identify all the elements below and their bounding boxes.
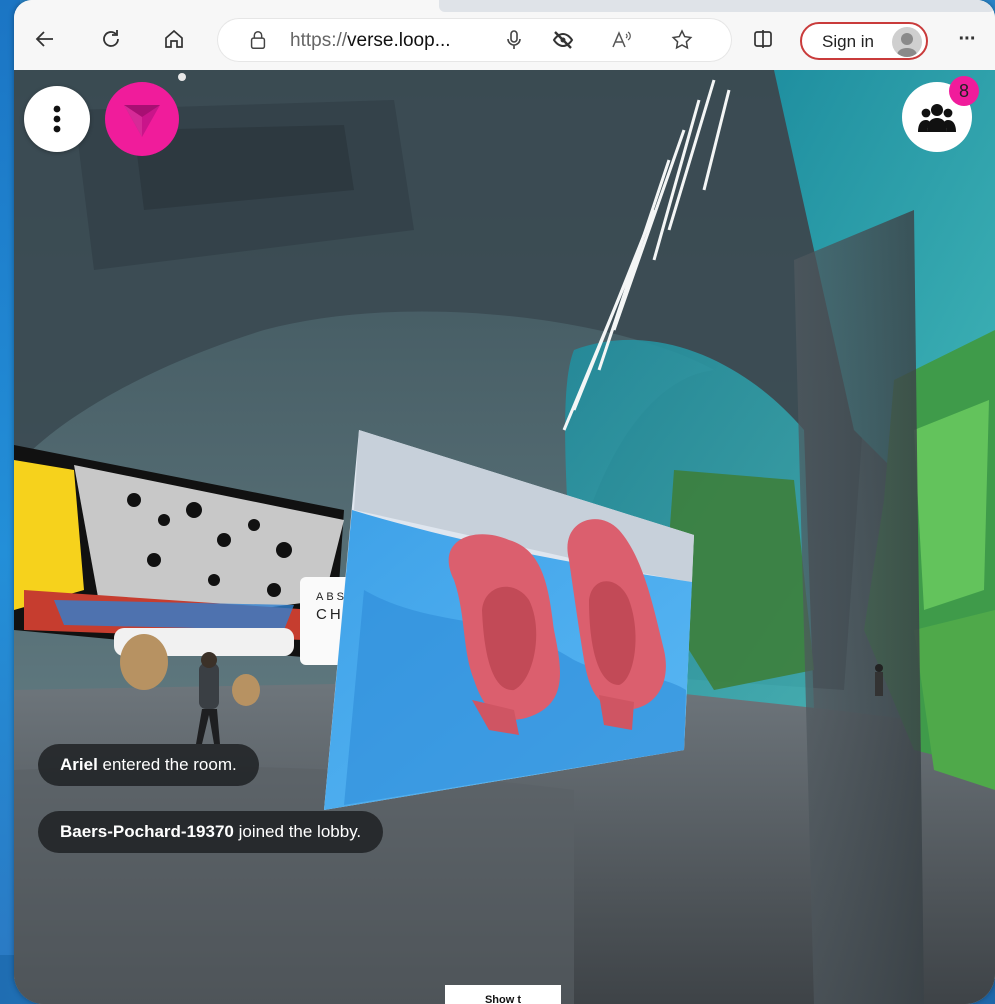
url-scheme: https:// bbox=[290, 30, 348, 51]
url-text[interactable]: https://verse.loop... bbox=[290, 30, 451, 52]
browser-window: https://verse.loop... Sign in ··· ABS CH… bbox=[14, 0, 995, 1004]
sign-in-button[interactable]: Sign in bbox=[800, 22, 928, 60]
taskbar-tooltip: Show t bbox=[445, 985, 561, 1004]
more-icon: ··· bbox=[958, 27, 977, 50]
tab-strip bbox=[439, 0, 995, 12]
refresh-button[interactable] bbox=[94, 22, 128, 56]
notification-dot bbox=[178, 73, 186, 81]
svg-text:ABS: ABS bbox=[316, 591, 347, 603]
toast-message: entered the room. bbox=[97, 755, 237, 774]
refresh-icon bbox=[103, 30, 119, 47]
address-bar[interactable]: https://verse.loop... bbox=[217, 18, 732, 62]
back-button[interactable] bbox=[28, 22, 62, 56]
lock-icon[interactable] bbox=[247, 29, 269, 51]
notification-toast: Ariel entered the room. bbox=[38, 744, 259, 786]
app-logo-button[interactable] bbox=[105, 82, 179, 156]
browser-toolbar: https://verse.loop... Sign in ··· bbox=[14, 0, 995, 70]
favorite-star-icon[interactable] bbox=[670, 28, 694, 52]
back-arrow-icon bbox=[35, 31, 53, 47]
read-aloud-icon[interactable] bbox=[609, 28, 633, 52]
participant-count-badge: 8 bbox=[949, 76, 979, 106]
profile-avatar-icon bbox=[892, 27, 922, 57]
logo-icon bbox=[124, 105, 160, 137]
microphone-icon[interactable] bbox=[502, 28, 526, 52]
url-host: verse.loop... bbox=[347, 30, 451, 51]
svg-text:CH: CH bbox=[316, 606, 344, 623]
split-screen-icon bbox=[754, 30, 772, 48]
app-menu-button[interactable] bbox=[24, 86, 90, 152]
tracking-prevention-icon[interactable] bbox=[551, 28, 575, 52]
3d-scene[interactable]: ABS CH bbox=[14, 70, 995, 1004]
people-icon bbox=[918, 104, 956, 132]
kebab-menu-icon bbox=[53, 105, 61, 133]
home-button[interactable] bbox=[157, 22, 191, 56]
metaverse-viewport[interactable]: ABS CH 8 Ariel entered the room. Baers-P… bbox=[14, 70, 995, 1004]
toast-message: joined the lobby. bbox=[233, 822, 362, 841]
home-icon bbox=[165, 29, 183, 48]
toast-user-name: Baers-Pochard-19370 bbox=[60, 822, 234, 841]
split-screen-button[interactable] bbox=[746, 22, 780, 56]
notification-toast: Baers-Pochard-19370 joined the lobby. bbox=[38, 811, 384, 853]
more-button[interactable]: ··· bbox=[950, 22, 984, 56]
toast-user-name: Ariel bbox=[60, 755, 98, 774]
sign-in-label: Sign in bbox=[822, 32, 874, 51]
